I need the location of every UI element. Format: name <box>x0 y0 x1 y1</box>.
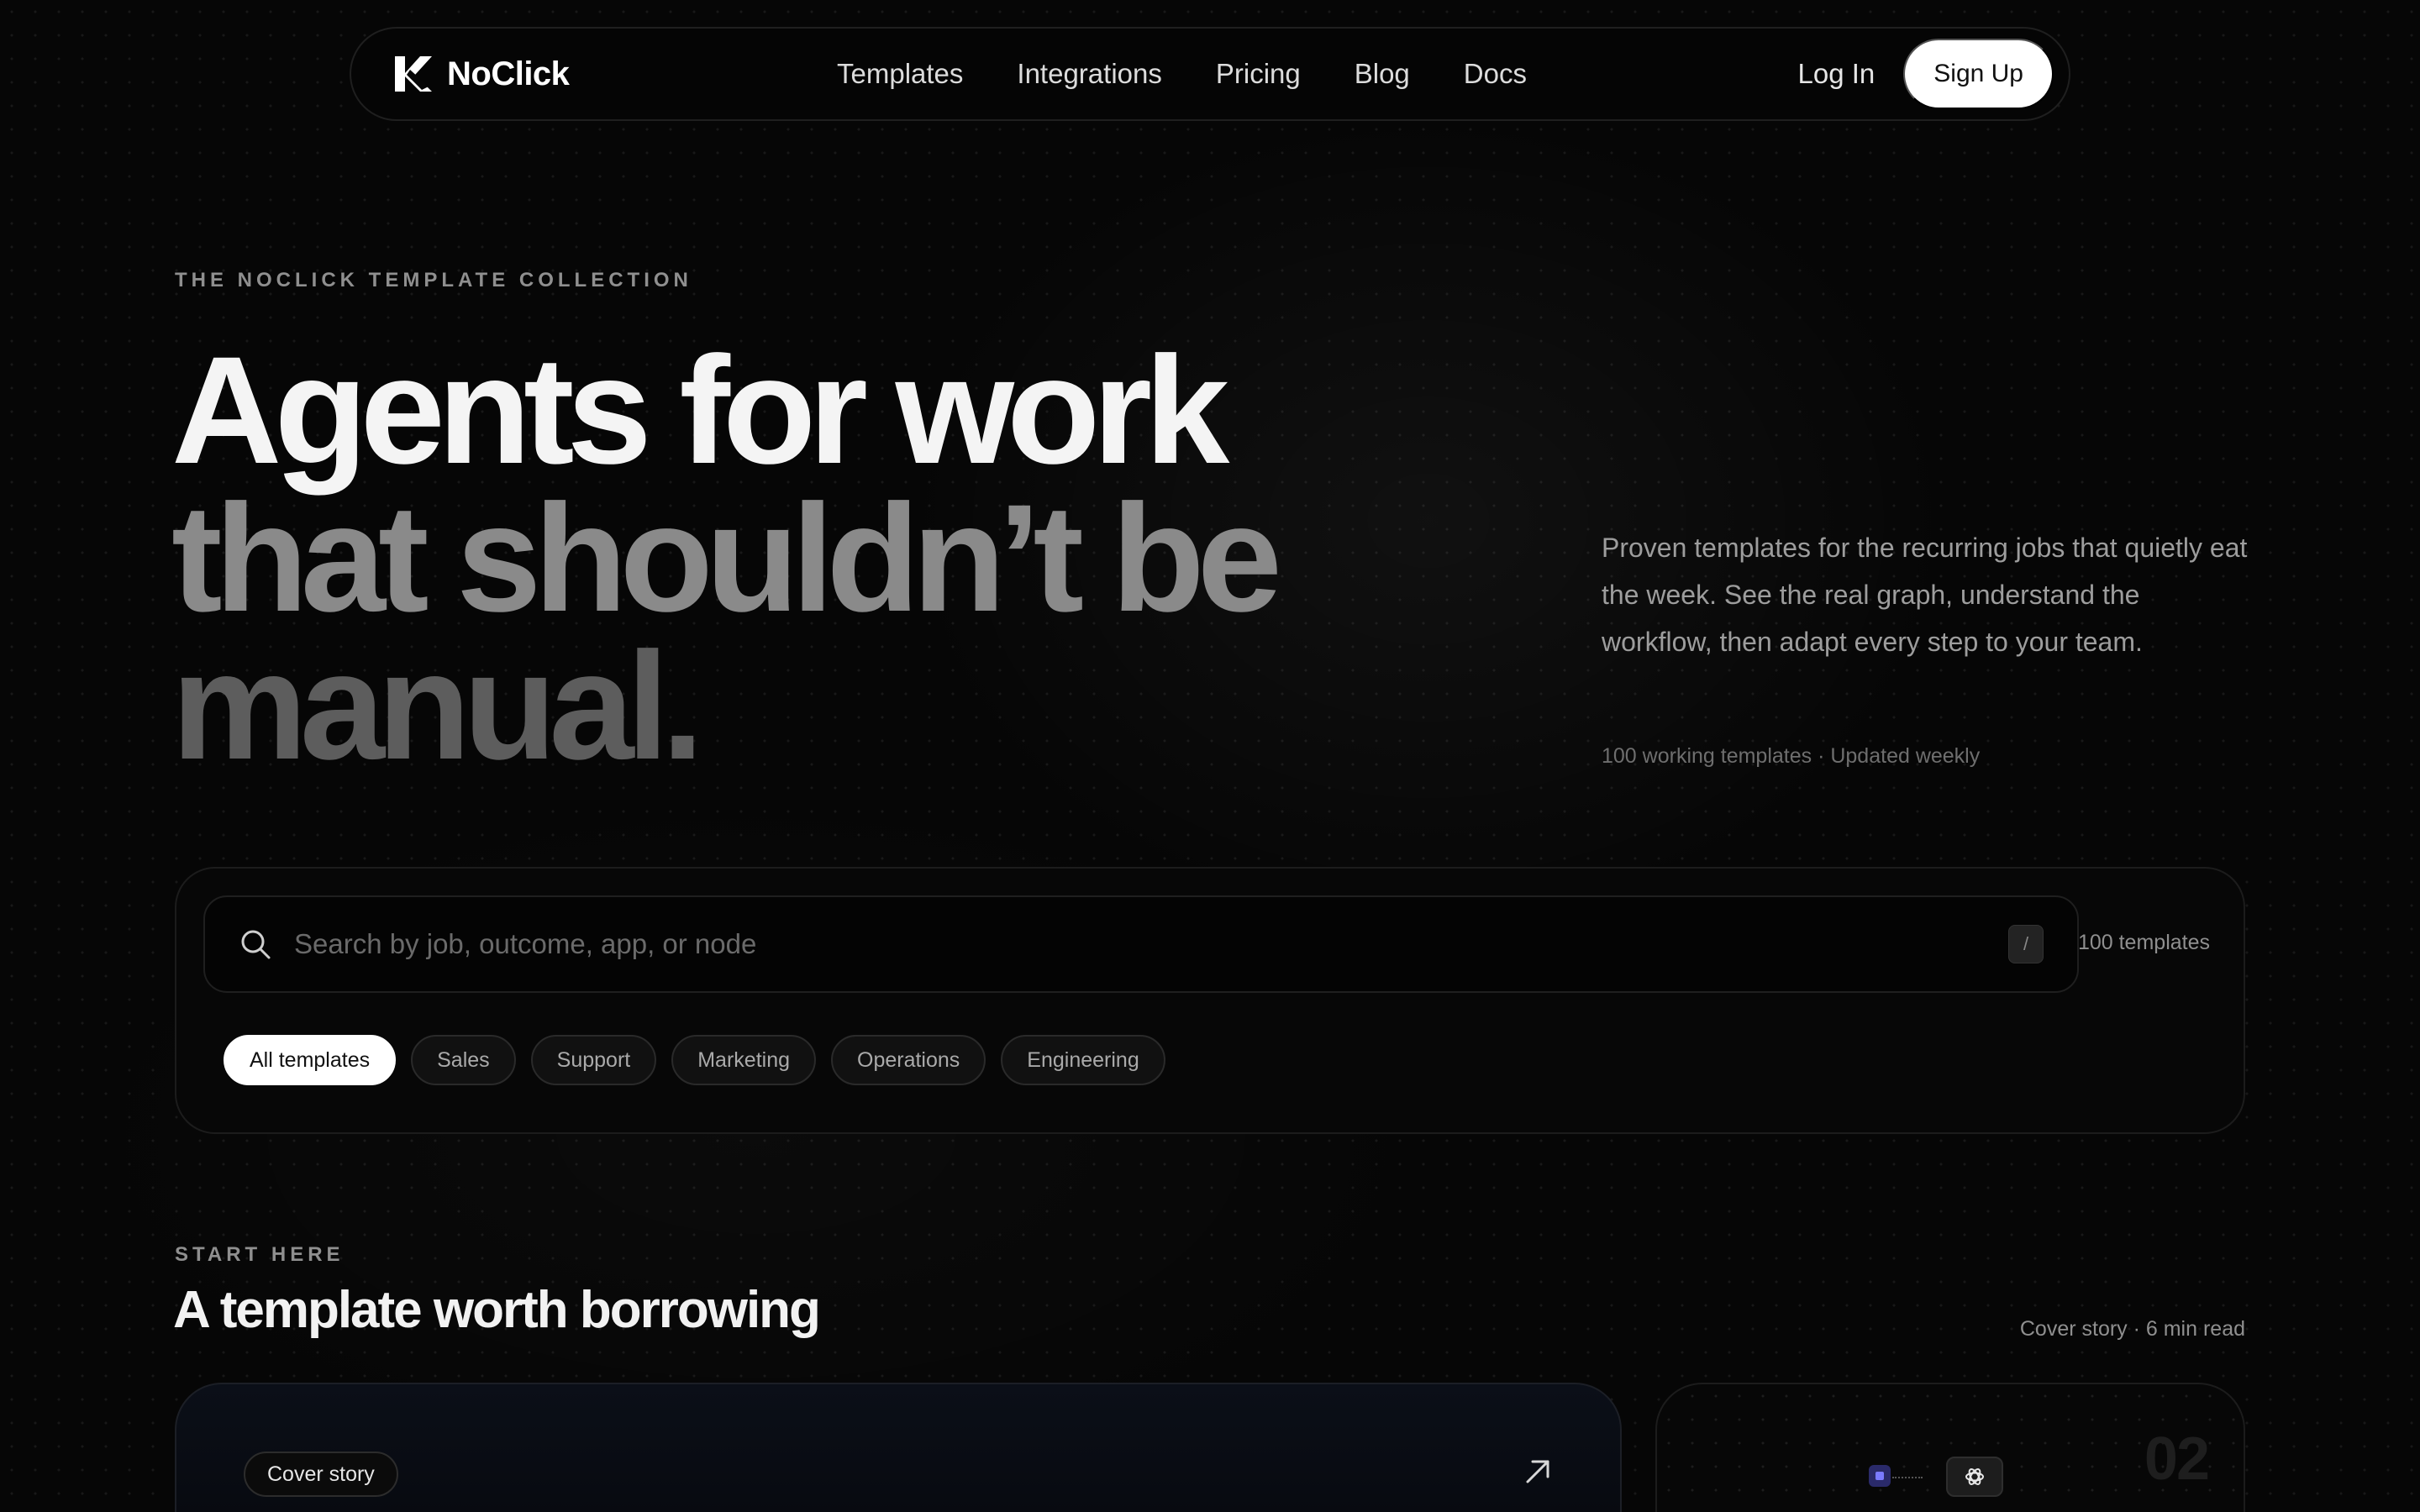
search-box[interactable]: Search by job, outcome, app, or node / <box>203 895 2079 993</box>
nav-actions: Log In Sign Up <box>1798 39 2054 109</box>
openai-node <box>1946 1457 2003 1497</box>
search-shortcut-key: / <box>2008 925 2044 963</box>
hero-meta: 100 working templates · Updated weekly <box>1602 744 1981 768</box>
top-nav: NoClick Templates Integrations Pricing B… <box>350 27 2070 121</box>
nav-link-blog[interactable]: Blog <box>1355 58 1410 90</box>
search-input[interactable]: Search by job, outcome, app, or node <box>294 928 2008 960</box>
section-title: A template worth borrowing <box>173 1281 821 1339</box>
template-card-02[interactable]: 02 <box>1655 1383 2245 1512</box>
cover-story-meta: Cover story · 6 min read <box>2019 1317 2245 1341</box>
filter-chip-engineering[interactable]: Engineering <box>1001 1035 1165 1085</box>
brand-name: NoClick <box>447 55 570 92</box>
nav-link-integrations[interactable]: Integrations <box>1017 58 1161 90</box>
nav-link-templates[interactable]: Templates <box>837 58 963 90</box>
category-filters: All templates Sales Support Marketing Op… <box>224 1035 1165 1085</box>
cover-story-badge: Cover story <box>244 1452 398 1497</box>
headline-line-3: manual. <box>171 620 704 791</box>
filter-chip-support[interactable]: Support <box>530 1035 657 1085</box>
filter-chip-sales[interactable]: Sales <box>411 1035 516 1085</box>
filter-chip-operations[interactable]: Operations <box>831 1035 986 1085</box>
noclick-logo-icon <box>395 56 432 92</box>
filter-chip-all[interactable]: All templates <box>224 1035 397 1085</box>
chat-node-icon <box>1869 1465 1891 1487</box>
cover-story-card[interactable]: Cover story <box>175 1383 1622 1512</box>
section-eyebrow: START HERE <box>175 1243 345 1266</box>
arrow-up-right-icon[interactable] <box>1523 1457 1553 1487</box>
nav-link-pricing[interactable]: Pricing <box>1216 58 1301 90</box>
login-link[interactable]: Log In <box>1798 58 1876 90</box>
nav-link-docs[interactable]: Docs <box>1464 58 1527 90</box>
hero-intro: Proven templates for the recurring jobs … <box>1602 533 2248 657</box>
template-count: 100 templates <box>2077 931 2210 954</box>
headline-line-1: Agents for work <box>171 324 1229 496</box>
signup-button[interactable]: Sign Up <box>1903 39 2054 109</box>
hero-eyebrow: THE NOCLICK TEMPLATE COLLECTION <box>175 269 692 291</box>
filter-chip-marketing[interactable]: Marketing <box>671 1035 816 1085</box>
search-icon <box>241 930 271 959</box>
card-number: 02 <box>2144 1425 2210 1493</box>
openai-icon <box>1965 1468 1984 1485</box>
template-search-panel: Search by job, outcome, app, or node / 1… <box>175 867 2245 1134</box>
node-connector <box>1892 1477 1923 1478</box>
nav-links: Templates Integrations Pricing Blog Docs <box>837 29 1527 119</box>
brand-logo[interactable]: NoClick <box>392 53 570 95</box>
hero-headline: Agents for work that shouldn’t be manual… <box>171 324 1282 791</box>
headline-line-2: that shouldn’t be <box>171 472 1282 643</box>
